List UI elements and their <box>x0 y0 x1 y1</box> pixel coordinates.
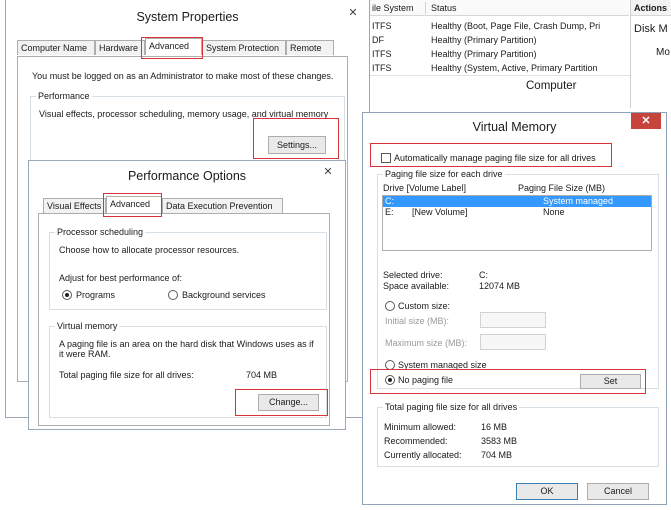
total-paging-label: Total paging file size for all drives: <box>59 370 194 380</box>
col-file-system[interactable]: ile System <box>372 3 414 13</box>
close-icon[interactable]: ✕ <box>346 6 360 19</box>
total-paging-value: 704 MB <box>246 370 278 380</box>
background-services-radio[interactable] <box>168 290 178 300</box>
actions-item-more[interactable]: Mo <box>656 47 670 58</box>
performance-label: Performance <box>36 91 92 101</box>
auto-manage-label[interactable]: Automatically manage paging file size fo… <box>394 153 596 163</box>
cancel-button[interactable]: Cancel <box>587 483 649 500</box>
space-available-label: Space available: <box>383 281 450 291</box>
drive-size: System managed <box>543 196 614 206</box>
processor-scheduling-label: Processor scheduling <box>55 227 146 237</box>
min-allowed-label: Minimum allowed: <box>384 422 457 432</box>
virtual-memory-label: Virtual memory <box>55 321 120 331</box>
actions-item-disk[interactable]: Disk M <box>634 23 668 35</box>
recommended-label: Recommended: <box>384 436 448 446</box>
disk-management-window: ile System Status ITFS Healthy (Boot, Pa… <box>368 0 671 108</box>
recommended-value: 3583 MB <box>481 436 518 446</box>
disk-row-status[interactable]: Healthy (System, Active, Primary Partiti… <box>431 63 598 73</box>
performance-options-title: Performance Options <box>127 169 247 183</box>
max-size-label: Maximum size (MB): <box>385 338 468 348</box>
no-paging-radio[interactable] <box>385 375 395 385</box>
system-managed-label[interactable]: System managed size <box>398 360 487 370</box>
currently-allocated-label: Currently allocated: <box>384 450 462 460</box>
paging-group: Paging file size for each drive Drive [V… <box>377 169 659 389</box>
col-status[interactable]: Status <box>431 3 457 13</box>
performance-options-dialog: Performance Options ✕ Visual Effects Adv… <box>28 160 346 430</box>
disk-row-fs[interactable]: ITFS <box>372 49 392 59</box>
max-size-field[interactable] <box>480 334 546 350</box>
tab-advanced[interactable]: Advanced <box>106 196 162 213</box>
drive-row-e[interactable]: E: [New Volume] None <box>383 207 651 218</box>
selected-drive-label: Selected drive: <box>383 270 443 280</box>
selected-drive-value: C: <box>479 270 488 280</box>
actions-header: Actions <box>634 3 668 13</box>
adjust-label: Adjust for best performance of: <box>59 273 183 283</box>
background-services-label[interactable]: Background services <box>182 290 266 300</box>
computer-label: Computer <box>526 80 577 92</box>
totals-group: Total paging file size for all drives Mi… <box>377 402 659 467</box>
ok-button[interactable]: OK <box>516 483 578 500</box>
custom-size-radio[interactable] <box>385 301 395 311</box>
system-properties-title: System Properties <box>136 10 239 24</box>
initial-size-label: Initial size (MB): <box>385 316 450 326</box>
currently-allocated-value: 704 MB <box>481 450 513 460</box>
tab-remote[interactable]: Remote <box>286 40 334 55</box>
tab-computer-name[interactable]: Computer Name <box>17 40 95 55</box>
initial-size-field[interactable] <box>480 312 546 328</box>
virtual-memory-title: Virtual Memory <box>472 120 557 134</box>
tab-visual-effects[interactable]: Visual Effects <box>43 198 106 213</box>
performance-options-tabs: Visual Effects Advanced Data Execution P… <box>39 196 309 213</box>
processor-scheduling-group: Processor scheduling Choose how to alloc… <box>49 227 327 310</box>
no-paging-label[interactable]: No paging file <box>398 375 453 385</box>
disk-row-fs[interactable]: ITFS <box>372 63 392 73</box>
programs-label[interactable]: Programs <box>76 290 115 300</box>
close-button[interactable]: ✕ <box>631 113 661 129</box>
tab-system-protection[interactable]: System Protection <box>202 40 286 55</box>
col-size: Paging File Size (MB) <box>518 183 606 193</box>
disk-row-status[interactable]: Healthy (Primary Partition) <box>431 49 537 59</box>
close-icon[interactable]: ✕ <box>321 165 335 178</box>
drive-label: [New Volume] <box>412 207 468 217</box>
drive-letter: C: <box>385 196 394 206</box>
disk-row-fs[interactable]: ITFS <box>372 21 392 31</box>
performance-group: Performance Visual effects, processor sc… <box>30 91 345 168</box>
per-drive-label: Paging file size for each drive <box>383 169 505 179</box>
auto-manage-checkbox[interactable] <box>381 153 391 163</box>
settings-button[interactable]: Settings... <box>268 136 326 154</box>
drive-row-c[interactable]: C: System managed <box>383 196 651 207</box>
drive-list: C: System managed E: [New Volume] None <box>382 195 652 251</box>
admin-note: You must be logged on as an Administrato… <box>32 71 334 81</box>
drive-letter: E: <box>385 207 394 217</box>
disk-row-status[interactable]: Healthy (Boot, Page File, Crash Dump, Pr… <box>431 21 600 31</box>
virtual-memory-dialog: Virtual Memory ✕ Automatically manage pa… <box>362 112 667 505</box>
set-button[interactable]: Set <box>580 374 641 389</box>
programs-radio[interactable] <box>62 290 72 300</box>
space-available-value: 12074 MB <box>479 281 521 291</box>
tab-advanced[interactable]: Advanced <box>145 38 202 55</box>
totals-label: Total paging file size for all drives <box>383 402 520 412</box>
actions-pane: Actions Disk M Mo <box>630 0 671 108</box>
disk-row-fs[interactable]: DF <box>372 35 384 45</box>
system-properties-tabs: Computer Name Hardware Advanced System P… <box>17 38 334 56</box>
change-button[interactable]: Change... <box>258 394 319 411</box>
disk-row-status[interactable]: Healthy (Primary Partition) <box>431 35 537 45</box>
close-icon[interactable]: ✕ <box>631 114 661 127</box>
performance-desc: Visual effects, processor scheduling, me… <box>39 109 329 119</box>
system-managed-radio[interactable] <box>385 360 395 370</box>
custom-size-label[interactable]: Custom size: <box>398 301 450 311</box>
col-drive: Drive [Volume Label] <box>383 183 467 193</box>
tab-hardware[interactable]: Hardware <box>95 40 145 55</box>
processor-desc: Choose how to allocate processor resourc… <box>59 245 240 255</box>
tab-data-execution-prevention[interactable]: Data Execution Prevention <box>162 198 283 213</box>
disk-table-header: ile System Status <box>369 0 629 16</box>
virtual-memory-desc: A paging file is an area on the hard dis… <box>59 339 314 359</box>
min-allowed-value: 16 MB <box>481 422 508 432</box>
drive-size: None <box>543 207 565 217</box>
